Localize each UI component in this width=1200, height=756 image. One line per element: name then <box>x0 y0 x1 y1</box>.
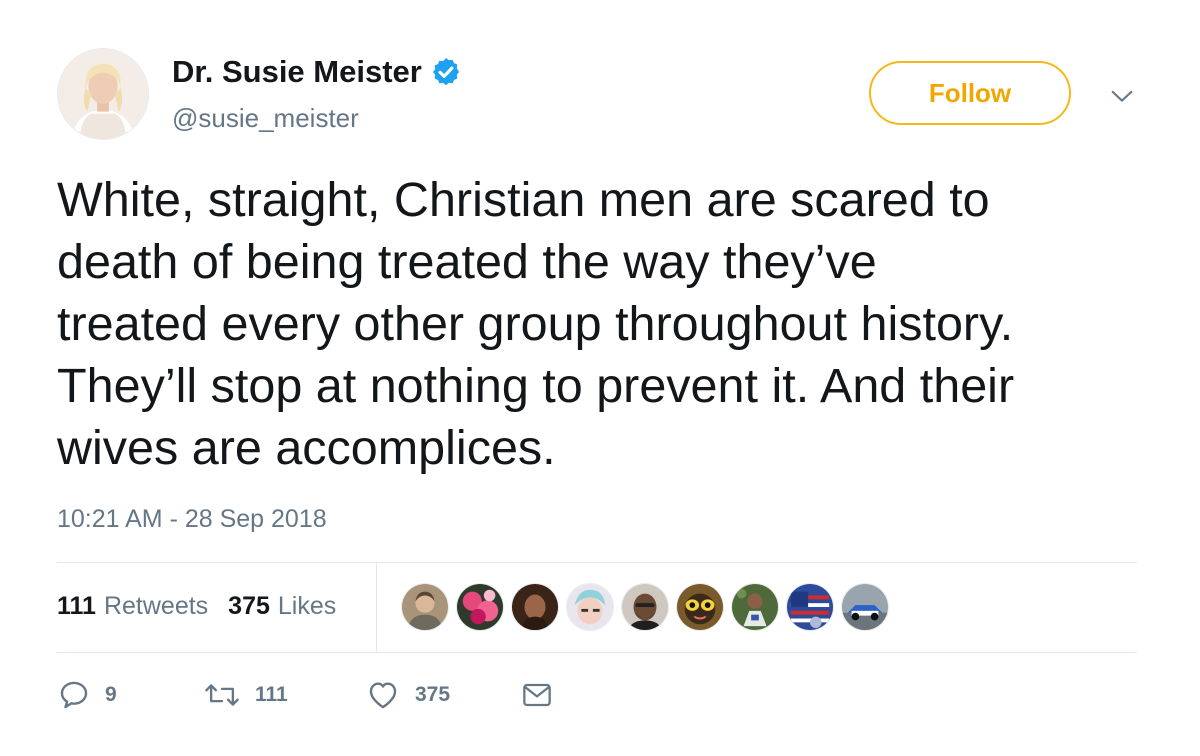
author-display-name[interactable]: Dr. Susie Meister <box>172 54 462 90</box>
reply-button[interactable]: 9 <box>57 678 203 712</box>
liker-avatar[interactable] <box>401 583 449 631</box>
follow-button[interactable]: Follow <box>869 61 1071 125</box>
like-button[interactable]: 375 <box>365 678 521 712</box>
retweet-count: 111 <box>255 683 288 706</box>
liker-avatar[interactable] <box>676 583 724 631</box>
liker-avatar[interactable] <box>786 583 834 631</box>
retweets-label: Retweets <box>103 592 209 620</box>
mail-icon <box>521 680 553 710</box>
liker-avatars <box>401 583 896 631</box>
actions-top-divider <box>57 652 1137 653</box>
tweet-stats: 111 Retweets 375 Likes <box>57 592 356 621</box>
author-avatar[interactable] <box>57 48 149 140</box>
stats-top-divider <box>57 562 1137 563</box>
liker-avatar[interactable] <box>511 583 559 631</box>
verified-badge-icon <box>430 56 462 88</box>
author-display-name-text: Dr. Susie Meister <box>172 54 422 89</box>
liker-avatar[interactable] <box>456 583 504 631</box>
tweet-actions: 9 111 375 <box>57 675 553 715</box>
reply-count: 9 <box>105 683 117 706</box>
likes-stat[interactable]: 375 Likes <box>228 592 336 621</box>
stats-vertical-divider <box>376 563 377 652</box>
retweets-count: 111 <box>57 592 96 620</box>
chevron-down-icon[interactable] <box>1108 82 1136 110</box>
liker-avatar[interactable] <box>566 583 614 631</box>
liker-avatar[interactable] <box>621 583 669 631</box>
likes-count: 375 <box>228 592 270 620</box>
tweet-timestamp[interactable]: 10:21 AM - 28 Sep 2018 <box>57 505 327 534</box>
liker-avatar[interactable] <box>731 583 779 631</box>
likes-label: Likes <box>277 592 337 620</box>
tweet-card: Dr. Susie Meister @susie_meister Follow … <box>0 0 1200 756</box>
tweet-text: White, straight, Christian men are scare… <box>57 173 1015 475</box>
retweet-icon <box>203 678 241 712</box>
author-handle[interactable]: @susie_meister <box>172 103 359 134</box>
retweets-stat[interactable]: 111 Retweets <box>57 592 208 621</box>
direct-message-button[interactable] <box>521 680 553 710</box>
retweet-button[interactable]: 111 <box>203 678 365 712</box>
reply-icon <box>57 678 91 712</box>
liker-avatar[interactable] <box>841 583 889 631</box>
heart-icon <box>365 678 401 712</box>
like-count: 375 <box>415 683 451 706</box>
